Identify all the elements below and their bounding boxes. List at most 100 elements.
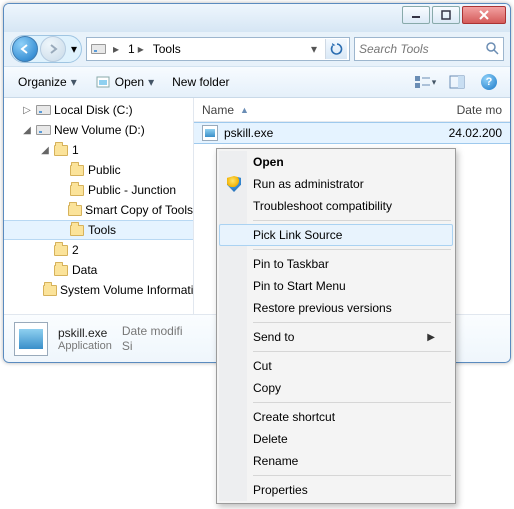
tree-item-label: Tools xyxy=(88,223,116,237)
details-filetype: Application xyxy=(58,340,112,352)
menu-separator xyxy=(253,475,451,476)
menu-item-label: Cut xyxy=(253,359,272,373)
tree-item[interactable]: ▷Local Disk (C:) xyxy=(4,100,193,120)
menu-item-label: Create shortcut xyxy=(253,410,335,424)
menu-item-label: Delete xyxy=(253,432,288,446)
sort-asc-icon: ▲ xyxy=(240,105,249,115)
menu-separator xyxy=(253,220,451,221)
shield-icon xyxy=(225,175,243,193)
menu-separator xyxy=(253,249,451,250)
tree-item[interactable]: Tools xyxy=(4,220,193,240)
tree-item[interactable]: Public xyxy=(4,160,193,180)
menu-item[interactable]: Send to▶ xyxy=(219,326,453,348)
menu-item[interactable]: Restore previous versions xyxy=(219,297,453,319)
menu-item[interactable]: Pick Link Source xyxy=(219,224,453,246)
history-dropdown[interactable]: ▾ xyxy=(67,42,81,56)
tree-item[interactable]: ◢ New Volume (D:) xyxy=(4,120,193,140)
maximize-button[interactable] xyxy=(432,6,460,24)
toolbar: Organize▾ Open▾ New folder ▾ ? xyxy=(4,66,510,98)
column-date[interactable]: Date mo xyxy=(432,103,502,117)
organize-button[interactable]: Organize▾ xyxy=(12,72,83,92)
view-button[interactable]: ▾ xyxy=(412,70,438,94)
breadcrumb-1-label: 1 xyxy=(128,42,135,56)
menu-item[interactable]: Rename xyxy=(219,450,453,472)
details-meta: Date modifi Si xyxy=(122,324,183,354)
details-modified-label: Date modifi xyxy=(122,324,183,339)
menu-item[interactable]: Pin to Start Menu xyxy=(219,275,453,297)
folder-icon xyxy=(53,142,69,158)
open-label: Open xyxy=(115,75,144,89)
expander-icon[interactable]: ▷ xyxy=(22,105,32,116)
menu-item-label: Run as administrator xyxy=(253,177,364,191)
title-bar xyxy=(4,4,510,32)
drive-icon xyxy=(35,102,51,118)
menu-item[interactable]: Delete xyxy=(219,428,453,450)
open-icon xyxy=(95,74,111,90)
search-box[interactable]: Search Tools xyxy=(354,37,504,61)
breadcrumb-2[interactable]: Tools xyxy=(150,38,184,60)
tree-item-label: Public xyxy=(88,163,121,177)
menu-item-label: Restore previous versions xyxy=(253,301,392,315)
close-button[interactable] xyxy=(462,6,506,24)
breadcrumb-root[interactable]: ▸ xyxy=(107,38,125,60)
preview-pane-button[interactable] xyxy=(444,70,470,94)
help-button[interactable]: ? xyxy=(476,70,502,94)
back-button[interactable] xyxy=(12,36,38,62)
menu-separator xyxy=(253,322,451,323)
menu-item[interactable]: Cut xyxy=(219,355,453,377)
folder-icon xyxy=(69,162,85,178)
menu-item-label: Pick Link Source xyxy=(253,228,342,242)
expander-icon[interactable]: ◢ xyxy=(40,145,50,156)
list-row[interactable]: pskill.exe24.02.200 xyxy=(194,122,510,144)
menu-item-label: Properties xyxy=(253,483,308,497)
open-button[interactable]: Open▾ xyxy=(89,71,160,93)
menu-item[interactable]: Troubleshoot compatibility xyxy=(219,195,453,217)
tree-item[interactable]: Data xyxy=(4,260,193,280)
tree-item[interactable]: 2 xyxy=(4,240,193,260)
details-size-label: Si xyxy=(122,339,183,354)
menu-item[interactable]: Properties xyxy=(219,479,453,501)
breadcrumb-1[interactable]: 1▸ xyxy=(125,38,150,60)
folder-icon xyxy=(53,242,69,258)
new-folder-button[interactable]: New folder xyxy=(166,72,235,92)
tree-item[interactable]: ◢1 xyxy=(4,140,193,160)
tree-pane[interactable]: ▷Local Disk (C:) ◢ New Volume (D:) ◢1 Public… xyxy=(4,98,194,314)
address-dropdown[interactable]: ▾ xyxy=(305,42,323,56)
folder-icon xyxy=(69,182,85,198)
tree-item-label: Data xyxy=(72,263,97,277)
menu-item-label: Rename xyxy=(253,454,298,468)
tree-item[interactable]: Smart Copy of Tools xyxy=(4,200,193,220)
nav-row: ▾ ▸ 1▸ Tools ▾ Search Tools xyxy=(4,32,510,66)
forward-button[interactable] xyxy=(40,36,66,62)
menu-separator xyxy=(253,402,451,403)
search-icon xyxy=(485,41,499,58)
minimize-button[interactable] xyxy=(402,6,430,24)
refresh-button[interactable] xyxy=(325,39,347,59)
tree-item[interactable]: System Volume Information xyxy=(4,280,193,300)
file-type-icon xyxy=(14,322,48,356)
menu-separator xyxy=(253,351,451,352)
address-bar[interactable]: ▸ 1▸ Tools ▾ xyxy=(86,37,350,61)
context-menu[interactable]: Open Run as administrator Troubleshoot com… xyxy=(216,148,456,504)
drive-icon xyxy=(35,122,51,138)
tree-item-label: Public - Junction xyxy=(88,183,176,197)
tree-item-label: New Volume (D:) xyxy=(54,123,145,137)
menu-item-label: Pin to Start Menu xyxy=(253,279,346,293)
menu-item[interactable]: Run as administrator xyxy=(219,173,453,195)
folder-icon xyxy=(53,262,69,278)
menu-item[interactable]: Pin to Taskbar xyxy=(219,253,453,275)
expander-icon[interactable]: ◢ xyxy=(22,125,32,136)
menu-item-label: Pin to Taskbar xyxy=(253,257,329,271)
menu-item[interactable]: Create shortcut xyxy=(219,406,453,428)
column-name[interactable]: Name▲ xyxy=(202,103,432,117)
folder-icon xyxy=(69,222,85,238)
menu-item[interactable]: Copy xyxy=(219,377,453,399)
list-header: Name▲ Date mo xyxy=(194,98,510,122)
column-date-label: Date mo xyxy=(457,103,502,117)
menu-item-label: Troubleshoot compatibility xyxy=(253,199,392,213)
tree-item-label: Smart Copy of Tools xyxy=(85,203,193,217)
menu-item[interactable]: Open xyxy=(219,151,453,173)
tree-item[interactable]: Public - Junction xyxy=(4,180,193,200)
list-row-date: 24.02.200 xyxy=(432,126,502,140)
submenu-arrow-icon: ▶ xyxy=(427,332,435,343)
